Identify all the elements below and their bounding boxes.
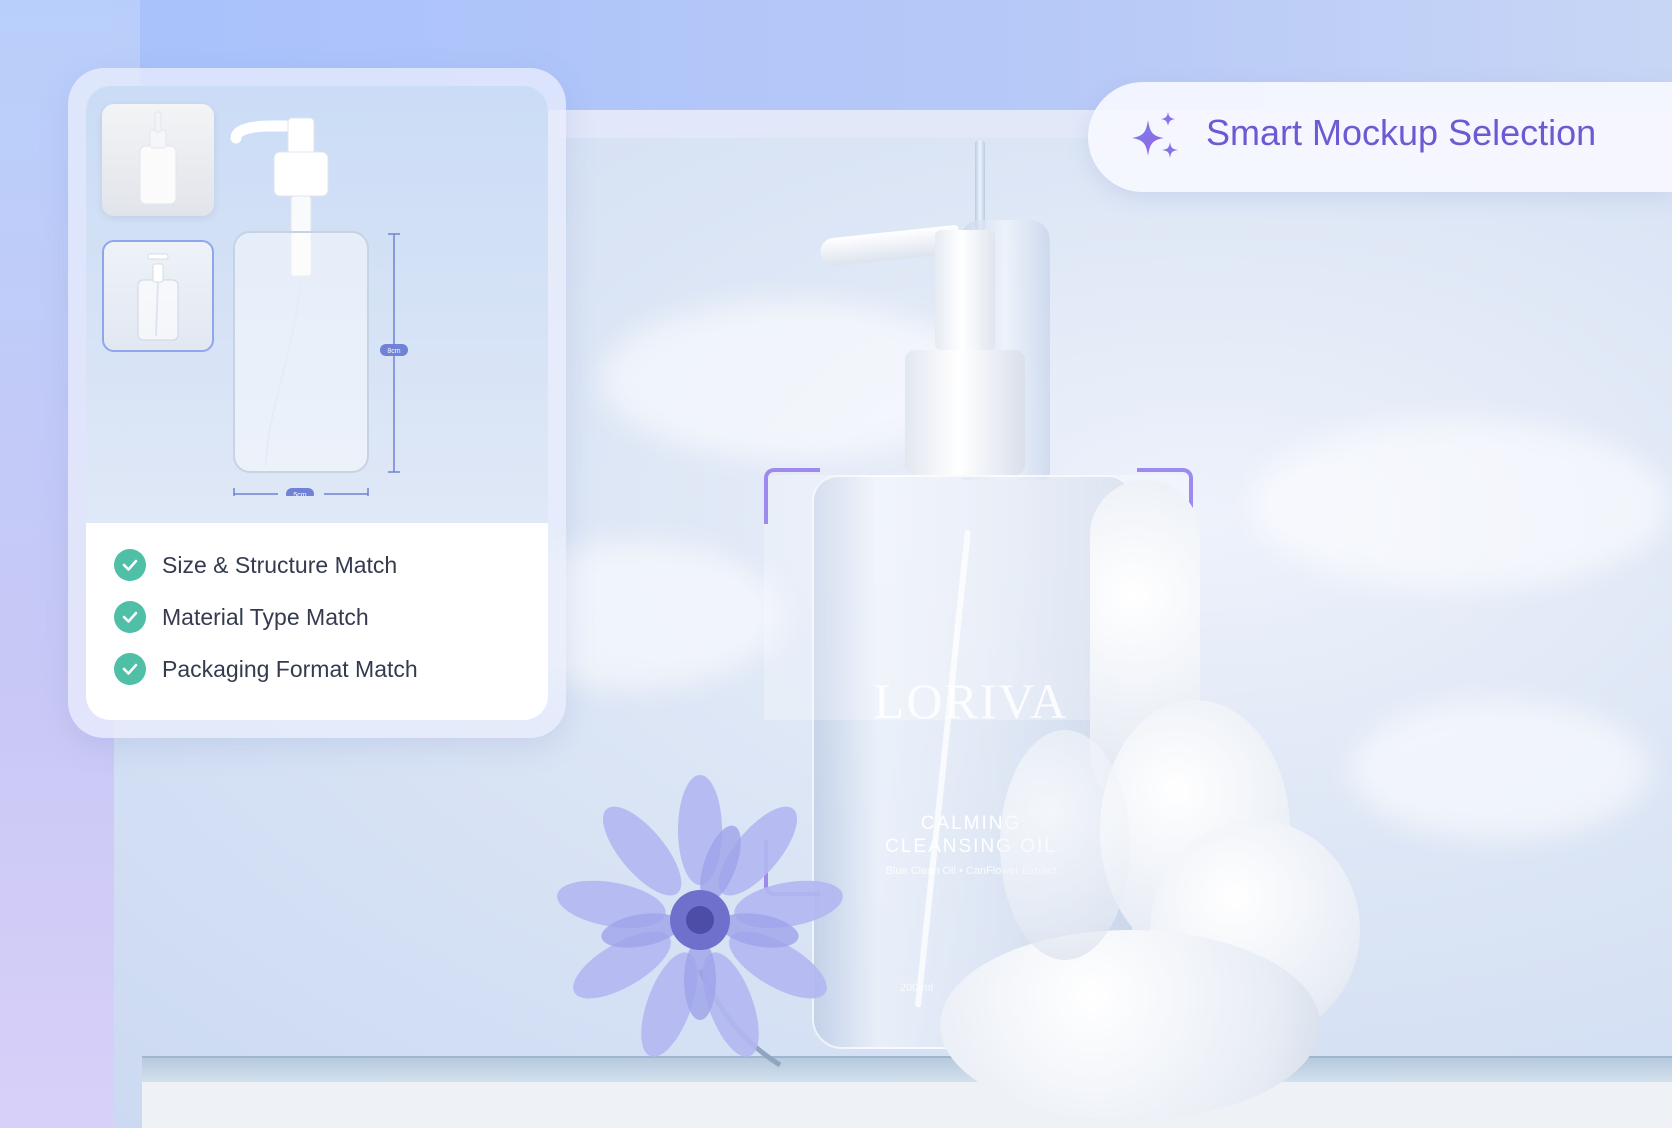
white-bottle-thumbnail[interactable] <box>102 104 214 216</box>
bottle-dimension-diagram: 8cm 5cm <box>230 117 408 496</box>
pump-collar <box>905 350 1025 475</box>
glass-shelf <box>142 1056 1672 1084</box>
check-label: Packaging Format Match <box>162 655 418 682</box>
cornflower-icon <box>557 775 843 1068</box>
pump-bottle-icon <box>137 253 179 341</box>
clear-pump-bottle-thumbnail[interactable] <box>102 240 214 352</box>
white-bottle-icon <box>139 111 177 205</box>
cloud <box>1350 700 1650 840</box>
foam <box>940 930 1320 1120</box>
smart-mockup-badge: Smart Mockup Selection <box>1088 82 1672 192</box>
check-icon <box>114 653 146 685</box>
mockup-match-card: 8cm 5cm Size & Structure Match Material … <box>68 68 566 738</box>
check-label: Material Type Match <box>162 603 369 630</box>
check-icon <box>114 601 146 633</box>
check-icon <box>114 549 146 581</box>
product-volume: 200 ml <box>900 982 934 994</box>
check-item-material: Material Type Match <box>114 601 369 633</box>
selection-corner-top-left <box>764 468 820 524</box>
height-dimension-label: 8cm <box>387 348 400 355</box>
shelf-front <box>142 1082 1672 1128</box>
width-dimension-label: 5cm <box>293 492 306 496</box>
product-brand: LORIVA <box>873 673 1069 729</box>
card-content: 8cm 5cm Size & Structure Match Material … <box>86 86 548 720</box>
badge-title: Smart Mockup Selection <box>1206 112 1597 153</box>
match-checklist: Size & Structure Match Material Type Mat… <box>86 523 548 685</box>
cloud <box>1250 420 1670 590</box>
check-item-size: Size & Structure Match <box>114 549 397 581</box>
sparkle-icon <box>1126 108 1184 166</box>
glass-rail <box>560 110 1120 138</box>
pump-head <box>935 230 995 350</box>
cornflower <box>550 770 870 1070</box>
check-item-packaging: Packaging Format Match <box>114 653 418 685</box>
top-tube <box>975 140 985 230</box>
foam <box>1000 730 1130 960</box>
check-label: Size & Structure Match <box>162 551 398 578</box>
mockup-preview: 8cm 5cm <box>86 86 548 523</box>
